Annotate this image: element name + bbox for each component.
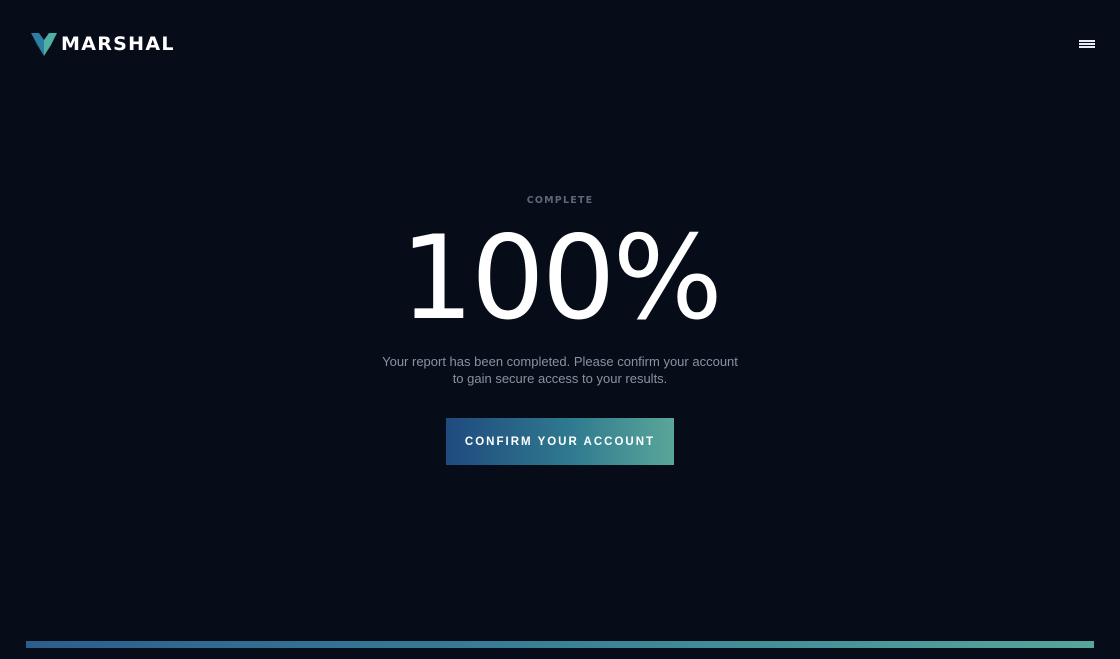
- brand-name: MARSHAL: [61, 33, 175, 55]
- page: MARSHAL COMPLETE 100% Your report has be…: [0, 0, 1120, 659]
- completion-percent: 100%: [400, 211, 723, 346]
- status-label: COMPLETE: [526, 195, 594, 206]
- brand-logo[interactable]: MARSHAL: [31, 31, 175, 57]
- progress-bar-fill: [26, 641, 1094, 648]
- confirm-account-button[interactable]: CONFIRM YOUR ACCOUNT: [446, 418, 674, 465]
- header: MARSHAL: [0, 0, 1120, 90]
- completion-message: Your report has been completed. Please c…: [382, 354, 738, 386]
- progress-bar: [26, 641, 1094, 648]
- hamburger-menu-icon[interactable]: [1079, 37, 1097, 51]
- marshal-shield-logo-icon: [31, 33, 57, 56]
